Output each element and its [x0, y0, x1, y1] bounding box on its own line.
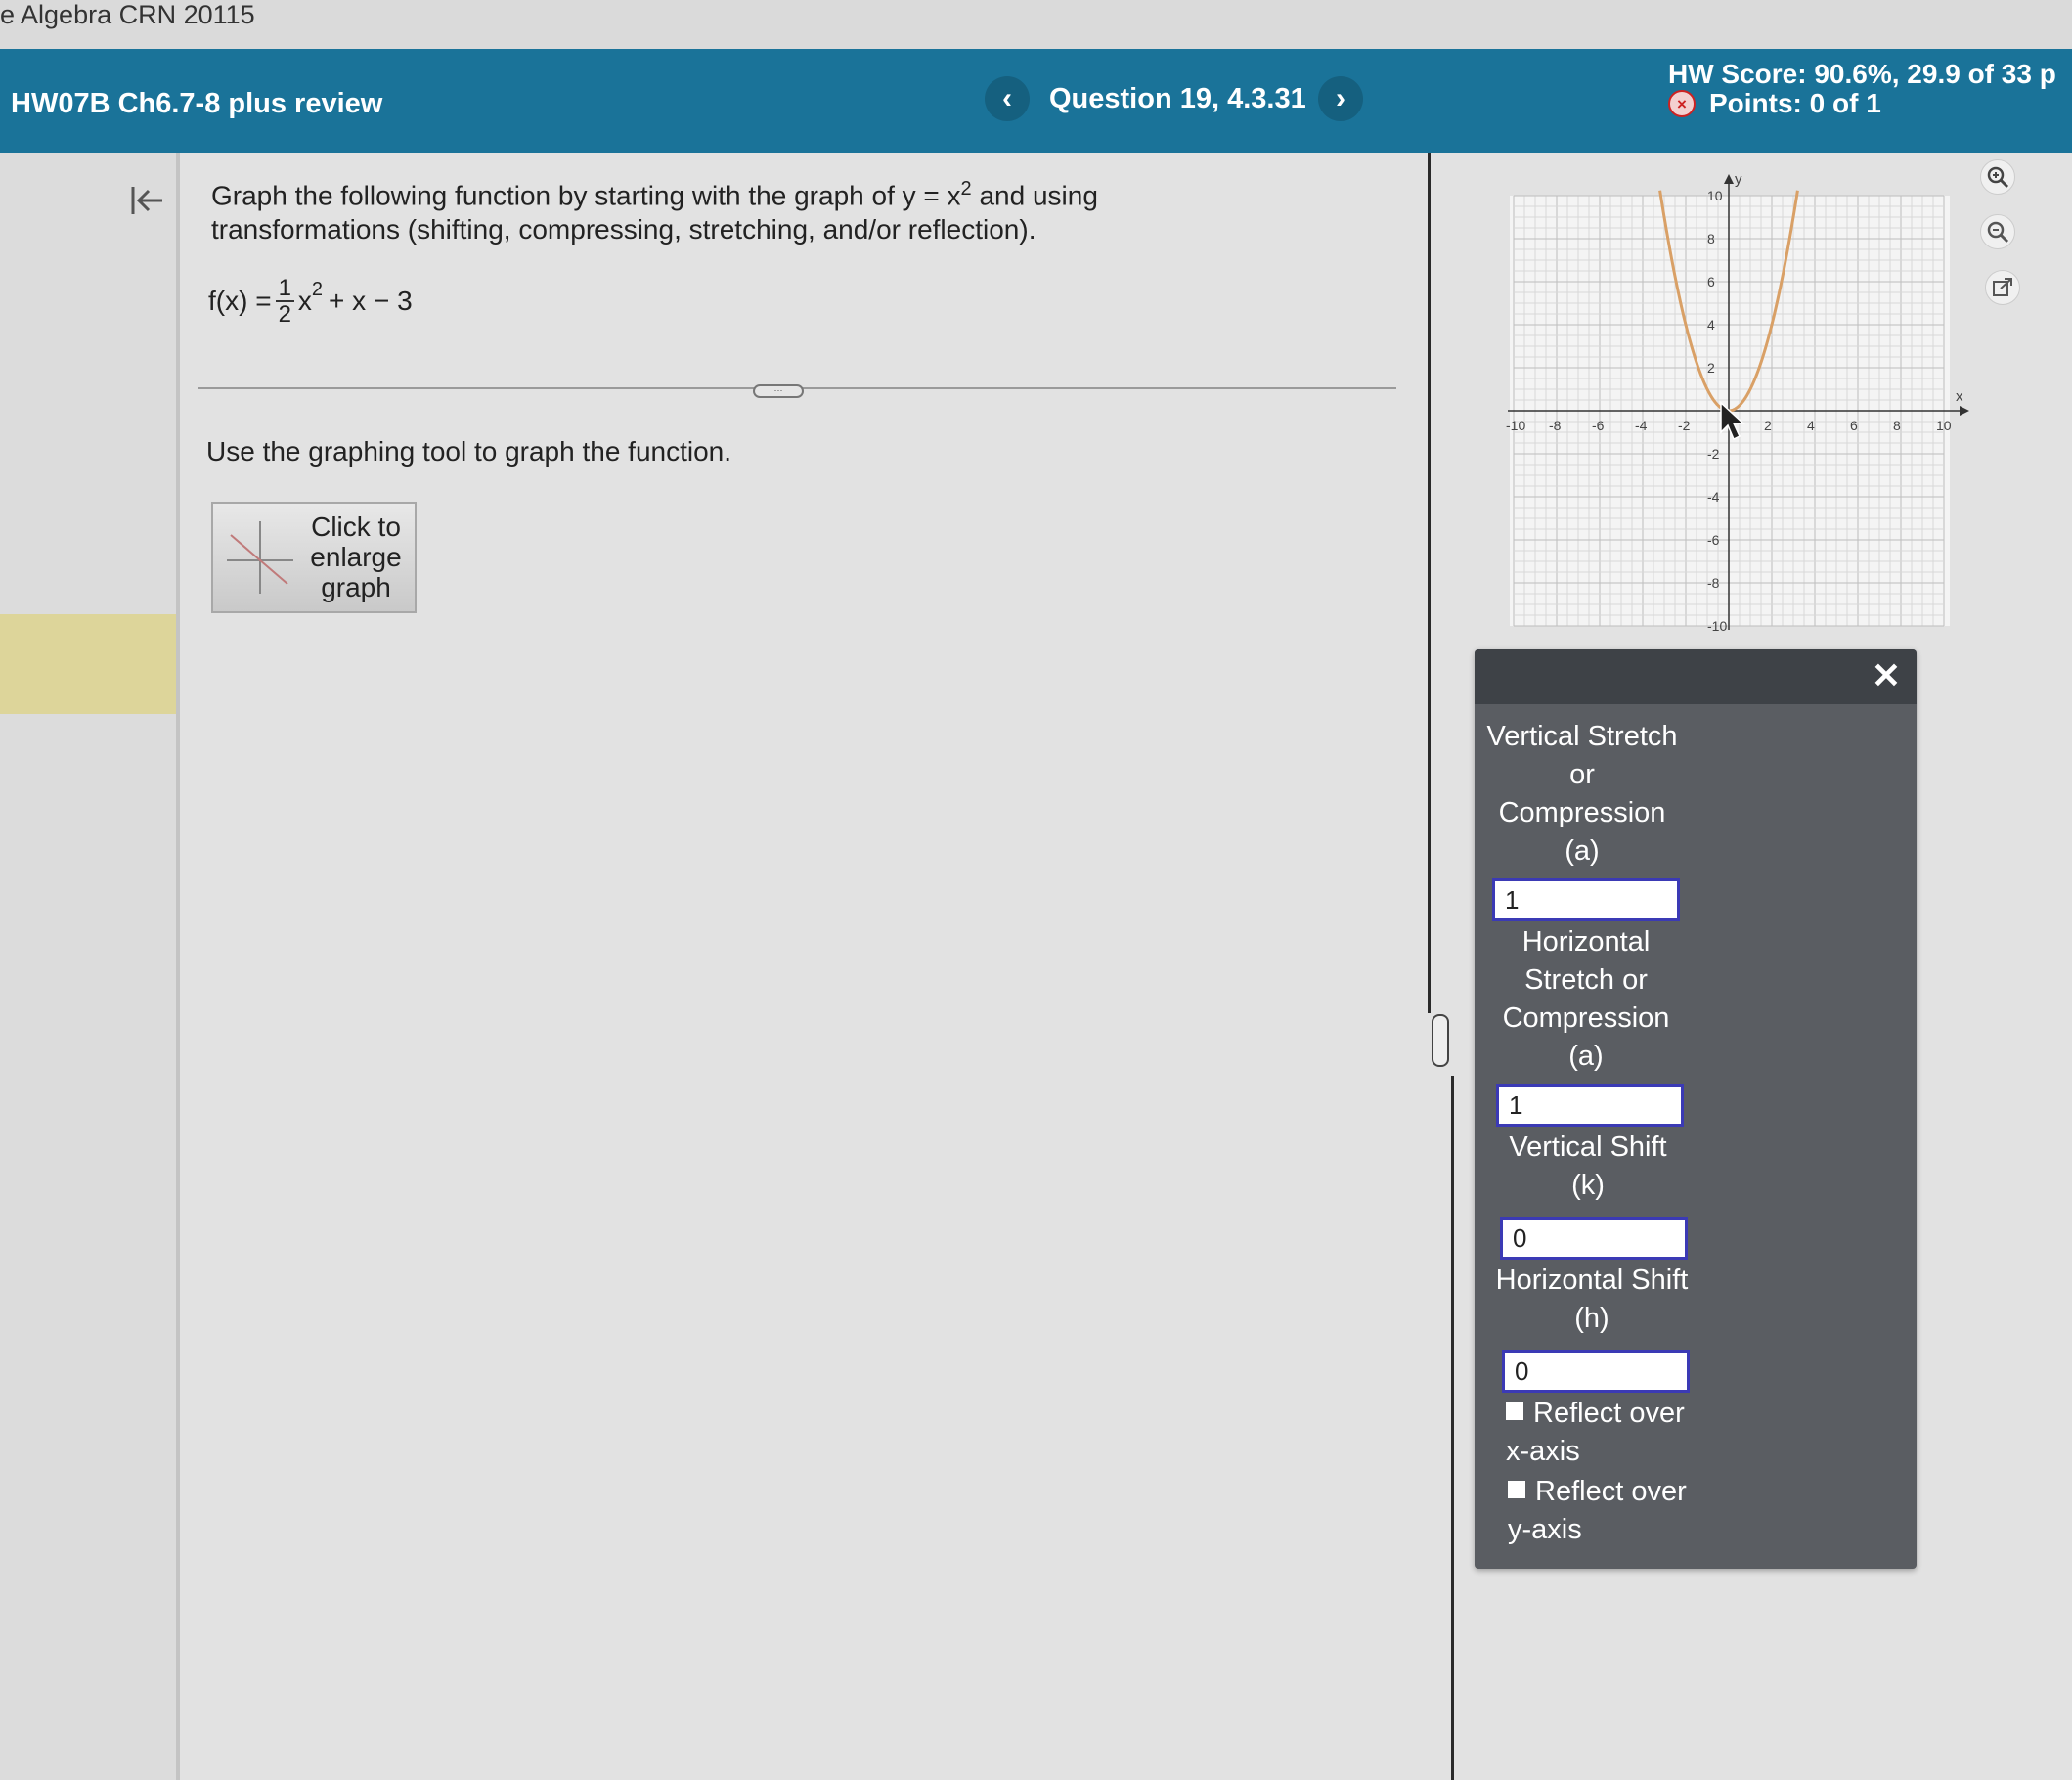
fraction-numerator: 1 [275, 276, 294, 302]
y-tick-label: -8 [1707, 575, 1720, 591]
y-tick-label: -2 [1707, 446, 1720, 462]
y-axis-label: y [1735, 171, 1742, 188]
left-rail-highlight [0, 614, 176, 714]
x-axis-label: x [1956, 388, 1963, 405]
prompt-exponent: 2 [960, 178, 972, 200]
close-panel-button[interactable]: ✕ [1872, 655, 1901, 696]
horizontal-shift-label: Horizontal Shift (h) [1495, 1265, 1689, 1334]
y-tick-label: 2 [1707, 360, 1715, 376]
y-tick-label: 8 [1707, 231, 1715, 246]
collapse-left-icon[interactable] [127, 181, 166, 231]
incorrect-icon: × [1668, 90, 1696, 117]
coordinate-graph[interactable]: -10 -8 -6 -4 -2 2 4 6 8 10 10 8 6 4 2 -2 -4 -6 -8 -10 x y [1494, 166, 1983, 636]
assignment-header: HW07B Ch6.7-8 plus review ‹ Question 19,… [0, 49, 2072, 153]
y-tick-label: 4 [1707, 317, 1715, 333]
vertical-stretch-input[interactable] [1492, 878, 1680, 921]
horizontal-shift-input[interactable] [1502, 1350, 1690, 1393]
function-fraction: 1 2 [275, 276, 294, 328]
previous-question-button[interactable]: ‹ [985, 76, 1030, 121]
function-variable: x [297, 286, 312, 316]
pane-splitter-handle[interactable] [1432, 1014, 1449, 1067]
reflect-y-checkbox[interactable] [1508, 1481, 1525, 1499]
reflect-x-label: Reflect over x-axis [1506, 1398, 1685, 1467]
pane-splitter [1428, 153, 1431, 1013]
function-exponent: 2 [311, 278, 324, 300]
reflect-x-option[interactable]: Reflect over x-axis [1506, 1395, 1701, 1471]
x-axis-arrow [1960, 406, 1969, 416]
function-lhs: f(x) = [208, 286, 272, 316]
pane-splitter-lower [1451, 1076, 1454, 1780]
y-tick-label: 6 [1707, 274, 1715, 289]
points-text: Points: 0 of 1 [1709, 88, 1881, 118]
enlarge-graph-label: Click to enlarge graph [310, 512, 402, 602]
x-tick-label: 2 [1764, 418, 1772, 433]
vertical-shift-input[interactable] [1500, 1217, 1688, 1260]
question-prompt: Graph the following function by starting… [211, 172, 1130, 246]
panel-header: ✕ [1475, 649, 1917, 704]
y-tick-label: -10 [1707, 618, 1727, 634]
y-axis-arrow [1724, 174, 1734, 184]
x-tick-label: -4 [1635, 418, 1648, 433]
x-tick-label: -2 [1678, 418, 1691, 433]
instruction-text: Use the graphing tool to graph the funct… [206, 436, 732, 467]
prompt-text-1: Graph the following function by starting… [211, 180, 961, 211]
y-tick-label: -6 [1707, 532, 1720, 548]
vertical-stretch-label: Vertical Stretch or Compression (a) [1486, 721, 1678, 867]
course-bar [0, 0, 2072, 49]
popout-icon[interactable] [1985, 270, 2020, 305]
x-tick-label: 8 [1893, 418, 1901, 433]
function-expression: f(x) = 1 2 x 2 + x − 3 [208, 276, 413, 327]
course-title: e Algebra CRN 20115 [0, 0, 255, 29]
question-label: Question 19, 4.3.31 [1049, 83, 1306, 114]
hw-score: HW Score: 90.6%, 29.9 of 33 p [1668, 59, 2056, 89]
y-tick-label: -4 [1707, 489, 1720, 505]
x-tick-label: -8 [1549, 418, 1562, 433]
reflect-y-option[interactable]: Reflect over y-axis [1508, 1473, 1703, 1549]
x-tick-label: 4 [1807, 418, 1815, 433]
x-tick-label: -6 [1592, 418, 1605, 433]
graph-thumbnail-icon [227, 521, 293, 594]
divider-handle[interactable]: ⋯ [753, 384, 804, 398]
y-tick-label: 10 [1707, 188, 1723, 203]
x-tick-label: 10 [1936, 418, 1952, 433]
transformation-panel: ✕ Vertical Stretch or Compression (a) Ho… [1475, 649, 1917, 1569]
zoom-in-icon[interactable] [1980, 159, 2015, 195]
assignment-title: HW07B Ch6.7-8 plus review [11, 88, 383, 119]
points-status: × Points: 0 of 1 [1668, 88, 1881, 119]
x-tick-label: 6 [1850, 418, 1858, 433]
reflect-y-label: Reflect over y-axis [1508, 1476, 1687, 1545]
reflect-x-checkbox[interactable] [1506, 1402, 1523, 1421]
next-question-button[interactable]: › [1318, 76, 1363, 121]
enlarge-graph-button[interactable]: Click to enlarge graph [211, 502, 417, 613]
function-rest: + x − 3 [329, 286, 413, 316]
zoom-out-icon[interactable] [1980, 214, 2015, 249]
left-rail-border [176, 153, 180, 1780]
horizontal-stretch-input[interactable] [1496, 1084, 1684, 1127]
left-rail [0, 153, 176, 1780]
horizontal-stretch-label: Horizontal Stretch or Compression (a) [1502, 926, 1670, 1072]
vertical-shift-label: Vertical Shift (k) [1509, 1132, 1667, 1201]
fraction-denominator: 2 [278, 301, 291, 328]
x-tick-label: -10 [1506, 418, 1525, 433]
